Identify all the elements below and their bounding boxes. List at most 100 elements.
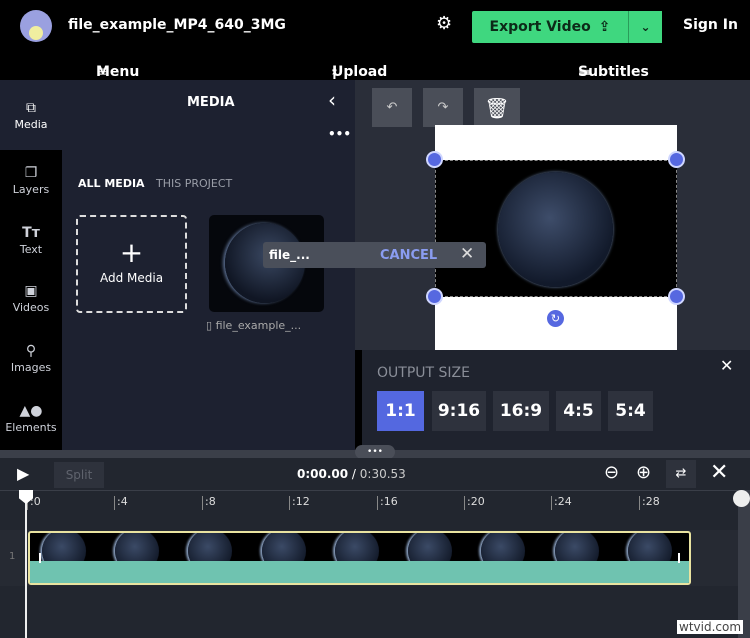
sidebar-label: Media — [14, 118, 48, 131]
media-caption: ▯ file_example_... — [206, 319, 301, 332]
output-option-5-4[interactable]: 5:4 — [608, 391, 653, 431]
gear-icon[interactable]: ⚙ — [436, 13, 452, 34]
menu-label: Menu — [96, 64, 140, 80]
zoom-out-icon[interactable]: ⊖ — [604, 462, 619, 483]
undo-icon: ↶ — [386, 100, 398, 115]
close-icon[interactable]: ✕ — [460, 244, 474, 264]
clip-frame — [323, 533, 396, 561]
nav-row: ≡ Menu ⭱ Upload ▬ Subtitles — [0, 48, 750, 83]
ruler-tick: :8 — [202, 496, 216, 510]
timeline-divider[interactable]: ••• — [0, 445, 750, 459]
playhead[interactable] — [25, 490, 27, 638]
delete-button[interactable]: 🗑 — [474, 88, 520, 127]
ruler-tick: :24 — [551, 496, 572, 510]
scroll-knob[interactable] — [733, 490, 750, 507]
clip-frame — [103, 533, 176, 561]
add-media-button[interactable]: + Add Media — [76, 215, 187, 313]
trim-handle-left[interactable] — [39, 553, 41, 563]
video-clip[interactable] — [28, 531, 691, 585]
top-bar: file_example_MP4_640_3MG ⚙ Export Video ⇪… — [0, 0, 750, 48]
subtitles-label: Subtitles — [578, 64, 649, 80]
clip-frame — [543, 533, 616, 561]
tab-this-project[interactable]: THIS PROJECT — [156, 177, 232, 190]
resize-handle-top-left[interactable] — [426, 151, 443, 168]
plus-icon: + — [119, 236, 144, 269]
video-layer[interactable] — [435, 160, 677, 297]
media-icon: ⧉ — [26, 100, 36, 116]
earth-video-frame — [498, 172, 613, 287]
zoom-in-icon[interactable]: ⊕ — [636, 462, 651, 483]
video-file-icon: ▯ — [206, 319, 216, 332]
upload-toast: file_... CANCEL ✕ — [263, 242, 486, 268]
time-separator: / — [348, 467, 360, 481]
drag-handle-icon[interactable]: ••• — [355, 445, 395, 459]
watermark: wtvid.com — [677, 620, 744, 634]
sidebar: ⧉ Media ❐ Layers Tт Text ▣ Videos ⚲ Images ▲●… — [0, 80, 62, 450]
output-option-4-5[interactable]: 4:5 — [556, 391, 601, 431]
redo-icon: ↷ — [437, 100, 449, 115]
more-options-icon[interactable]: ••• — [328, 127, 351, 141]
ruler-tick: :28 — [639, 496, 660, 510]
images-icon: ⚲ — [25, 343, 37, 359]
ruler-tick: :4 — [114, 496, 128, 510]
trim-handle-right[interactable] — [678, 553, 680, 563]
clip-frame — [469, 533, 542, 561]
swap-icon[interactable]: ⇄ — [666, 460, 696, 488]
sidebar-item-media[interactable]: ⧉ Media — [0, 80, 62, 150]
output-option-9-16[interactable]: 9:16 — [432, 391, 486, 431]
output-size-panel: OUTPUT SIZE ✕ 1:1 9:16 16:9 4:5 5:4 — [362, 350, 750, 450]
clip-frame — [250, 533, 323, 561]
output-size-label: OUTPUT SIZE — [377, 365, 470, 381]
sidebar-label: Text — [19, 243, 43, 256]
upload-label: Upload — [332, 64, 388, 80]
current-time: 0:00.00 — [297, 467, 349, 481]
close-timeline-icon[interactable]: ✕ — [710, 460, 728, 485]
clip-frame — [176, 533, 249, 561]
sidebar-label: Layers — [12, 183, 50, 196]
sidebar-item-images[interactable]: ⚲ Images — [0, 343, 62, 403]
resize-handle-bottom-left[interactable] — [426, 288, 443, 305]
resize-handle-top-right[interactable] — [668, 151, 685, 168]
sidebar-label: Videos — [12, 301, 50, 314]
collapse-chevron-icon[interactable]: ‹ — [328, 88, 336, 112]
audio-waveform — [30, 561, 689, 583]
sidebar-item-text[interactable]: Tт Text — [0, 225, 62, 285]
tab-all-media[interactable]: ALL MEDIA — [78, 177, 145, 190]
sidebar-item-layers[interactable]: ❐ Layers — [0, 165, 62, 225]
duration: 0:30.53 — [359, 467, 406, 481]
resize-handle-bottom-right[interactable] — [668, 288, 685, 305]
output-option-1-1[interactable]: 1:1 — [377, 391, 424, 431]
media-caption-text: file_example_... — [215, 319, 302, 332]
sidebar-label: Elements — [5, 421, 57, 434]
output-option-16-9[interactable]: 16:9 — [493, 391, 549, 431]
chevron-down-icon: ⌄ — [640, 20, 651, 34]
export-video-button[interactable]: Export Video ⇪ — [472, 11, 628, 43]
export-dropdown-button[interactable]: ⌄ — [628, 11, 662, 43]
split-button[interactable]: Split — [54, 462, 104, 488]
trash-icon: 🗑 — [484, 95, 510, 120]
toast-filename: file_... — [269, 248, 310, 262]
clip-thumbnails — [30, 533, 689, 561]
play-icon[interactable]: ▶ — [17, 464, 29, 483]
cancel-button[interactable]: CANCEL — [380, 248, 437, 263]
layers-icon: ❐ — [24, 165, 38, 181]
ruler-line — [0, 490, 738, 491]
ruler-tick: :20 — [464, 496, 485, 510]
panel-title: MEDIA — [187, 95, 235, 110]
redo-button[interactable]: ↷ — [423, 88, 463, 127]
track-number: 1 — [9, 551, 16, 562]
text-icon: Tт — [22, 225, 40, 241]
elements-icon: ▲● — [19, 403, 43, 419]
export-label: Export Video — [489, 19, 591, 35]
undo-button[interactable]: ↶ — [372, 88, 412, 127]
timeline-scrollbar[interactable] — [733, 490, 750, 638]
sign-in-link[interactable]: Sign In — [683, 17, 738, 33]
ruler-tick: :12 — [289, 496, 310, 510]
clip-frame — [396, 533, 469, 561]
close-icon[interactable]: ✕ — [720, 356, 733, 375]
project-title[interactable]: file_example_MP4_640_3MG — [68, 17, 286, 33]
canvas-area: ↶ ↷ 🗑 ↻ — [355, 80, 750, 350]
sidebar-item-videos[interactable]: ▣ Videos — [0, 283, 62, 343]
avatar[interactable] — [20, 10, 52, 42]
rotate-icon[interactable]: ↻ — [547, 310, 564, 327]
